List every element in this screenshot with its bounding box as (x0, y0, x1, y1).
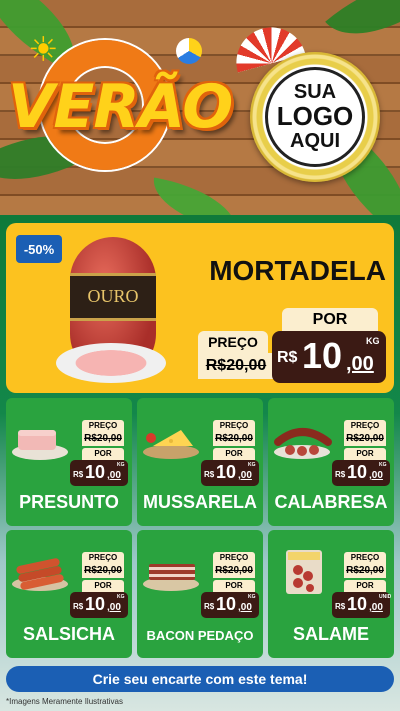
palm-leaf-icon (325, 0, 400, 64)
currency: R$ (73, 470, 84, 479)
por-label: POR (282, 308, 378, 332)
product-name: PRESUNTO (19, 492, 119, 512)
currency: R$ (73, 602, 84, 611)
price-unit: UNID (379, 594, 392, 600)
product-card-salame[interactable]: PREÇO R$20,00 POR R$ 10 ,00 UNID SALAME (268, 530, 394, 658)
por-label: POR (213, 448, 255, 460)
price-decimal: ,00 (369, 470, 383, 481)
product-name: SALSICHA (22, 624, 115, 644)
por-label: POR (213, 580, 255, 592)
price-unit: KG (117, 462, 125, 468)
sale-price: R$ 10 ,00 KG (332, 460, 390, 486)
preco-label: PREÇO (198, 331, 268, 353)
product-name: BACON PEDAÇO (146, 628, 254, 643)
product-name: SALAME (293, 624, 369, 644)
page-title: VERÃO (8, 72, 233, 142)
price-decimal: ,00 (238, 470, 252, 481)
por-label: POR (344, 448, 386, 460)
por-label: POR (82, 448, 124, 460)
product-name: MORTADELA (209, 255, 386, 286)
sale-price: R$ 10 ,00 KG (201, 592, 259, 618)
price-integer: 10 (85, 462, 106, 482)
price-integer: 10 (216, 594, 237, 614)
currency: R$ (335, 602, 346, 611)
product-card-presunto[interactable]: PREÇO R$20,00 POR R$ 10 ,00 KG PRESUNTO (6, 398, 132, 526)
price-unit: KG (379, 462, 387, 468)
sliced-mortadela-image (56, 343, 166, 383)
product-name: CALABRESA (274, 492, 388, 512)
currency: R$ (204, 602, 215, 611)
price-decimal: ,00 (107, 602, 121, 613)
price-decimal: ,00 (238, 602, 252, 613)
discount-badge: -50% (16, 235, 62, 263)
sun-icon: ☀ (28, 30, 59, 70)
product-card-bacon[interactable]: PREÇO R$20,00 POR R$ 10 ,00 KG BACON PED… (137, 530, 263, 658)
por-label: POR (344, 580, 386, 592)
price-decimal: ,00 (369, 602, 383, 613)
price-unit: KG (117, 594, 125, 600)
price-unit: KG (366, 336, 380, 346)
logo-placeholder[interactable]: SUA LOGO AQUI (250, 52, 380, 182)
preco-label: PREÇO (344, 552, 386, 564)
featured-product-card[interactable]: -50% OURO MORTADELA PREÇO R$20,00 POR R$… (6, 223, 394, 393)
logo-text: SUA LOGO AQUI (265, 67, 365, 167)
presunto-image (12, 430, 68, 460)
price-decimal: ,00 (346, 353, 374, 375)
logo-line-3: AQUI (290, 129, 340, 152)
logo-line-2: LOGO (276, 101, 354, 132)
preco-label: PREÇO (213, 552, 255, 564)
create-flyer-button[interactable]: Crie seu encarte com este tema! (6, 666, 394, 692)
calabresa-image (274, 428, 332, 459)
salsicha-image (12, 558, 68, 591)
por-label: POR (82, 580, 124, 592)
price-unit: KG (248, 462, 256, 468)
mussarela-image (143, 430, 199, 459)
currency: R$ (335, 470, 346, 479)
disclaimer-text: *Imagens Meramente Ilustrativas (6, 697, 123, 706)
preco-label: PREÇO (82, 420, 124, 432)
price-decimal: ,00 (107, 470, 121, 481)
bacon-image (143, 564, 199, 591)
price-integer: 10 (85, 594, 106, 614)
old-price: R$20,00 (344, 432, 386, 446)
preco-label: PREÇO (344, 420, 386, 432)
price-unit: KG (248, 594, 256, 600)
currency: R$ (277, 349, 298, 366)
old-price: R$20,00 (82, 564, 124, 578)
product-name: MUSSARELA (142, 492, 257, 512)
logo-line-1: SUA (293, 81, 337, 104)
sale-price: R$ 10 ,00 KG (272, 331, 386, 383)
product-card-salsicha[interactable]: PREÇO R$20,00 POR R$ 10 ,00 KG SALSICHA (6, 530, 132, 658)
currency: R$ (204, 470, 215, 479)
product-card-mussarela[interactable]: PREÇO R$20,00 POR R$ 10 ,00 KG MUSSARELA (137, 398, 263, 526)
old-price: R$20,00 (213, 564, 255, 578)
preco-label: PREÇO (82, 552, 124, 564)
old-price: R$20,00 (344, 564, 386, 578)
salame-image (286, 550, 322, 594)
price-integer: 10 (216, 462, 237, 482)
sale-price: R$ 10 ,00 KG (70, 592, 128, 618)
brand-label: OURO (70, 273, 156, 321)
sale-price: R$ 10 ,00 KG (201, 460, 259, 486)
product-card-calabresa[interactable]: PREÇO R$20,00 POR R$ 10 ,00 KG CALABRESA (268, 398, 394, 526)
old-price: R$20,00 (82, 432, 124, 446)
price-integer: 10 (347, 462, 368, 482)
beach-ball-icon (176, 38, 202, 64)
preco-label: PREÇO (213, 420, 255, 432)
price-integer: 10 (347, 594, 368, 614)
old-price: R$20,00 (213, 432, 255, 446)
price-integer: 10 (302, 335, 343, 376)
sale-price: R$ 10 ,00 UNID (332, 592, 392, 618)
old-price: R$20,00 (198, 353, 274, 379)
header-banner: ☀ VERÃO SUA LOGO AQUI (0, 0, 400, 222)
sale-price: R$ 10 ,00 KG (70, 460, 128, 486)
